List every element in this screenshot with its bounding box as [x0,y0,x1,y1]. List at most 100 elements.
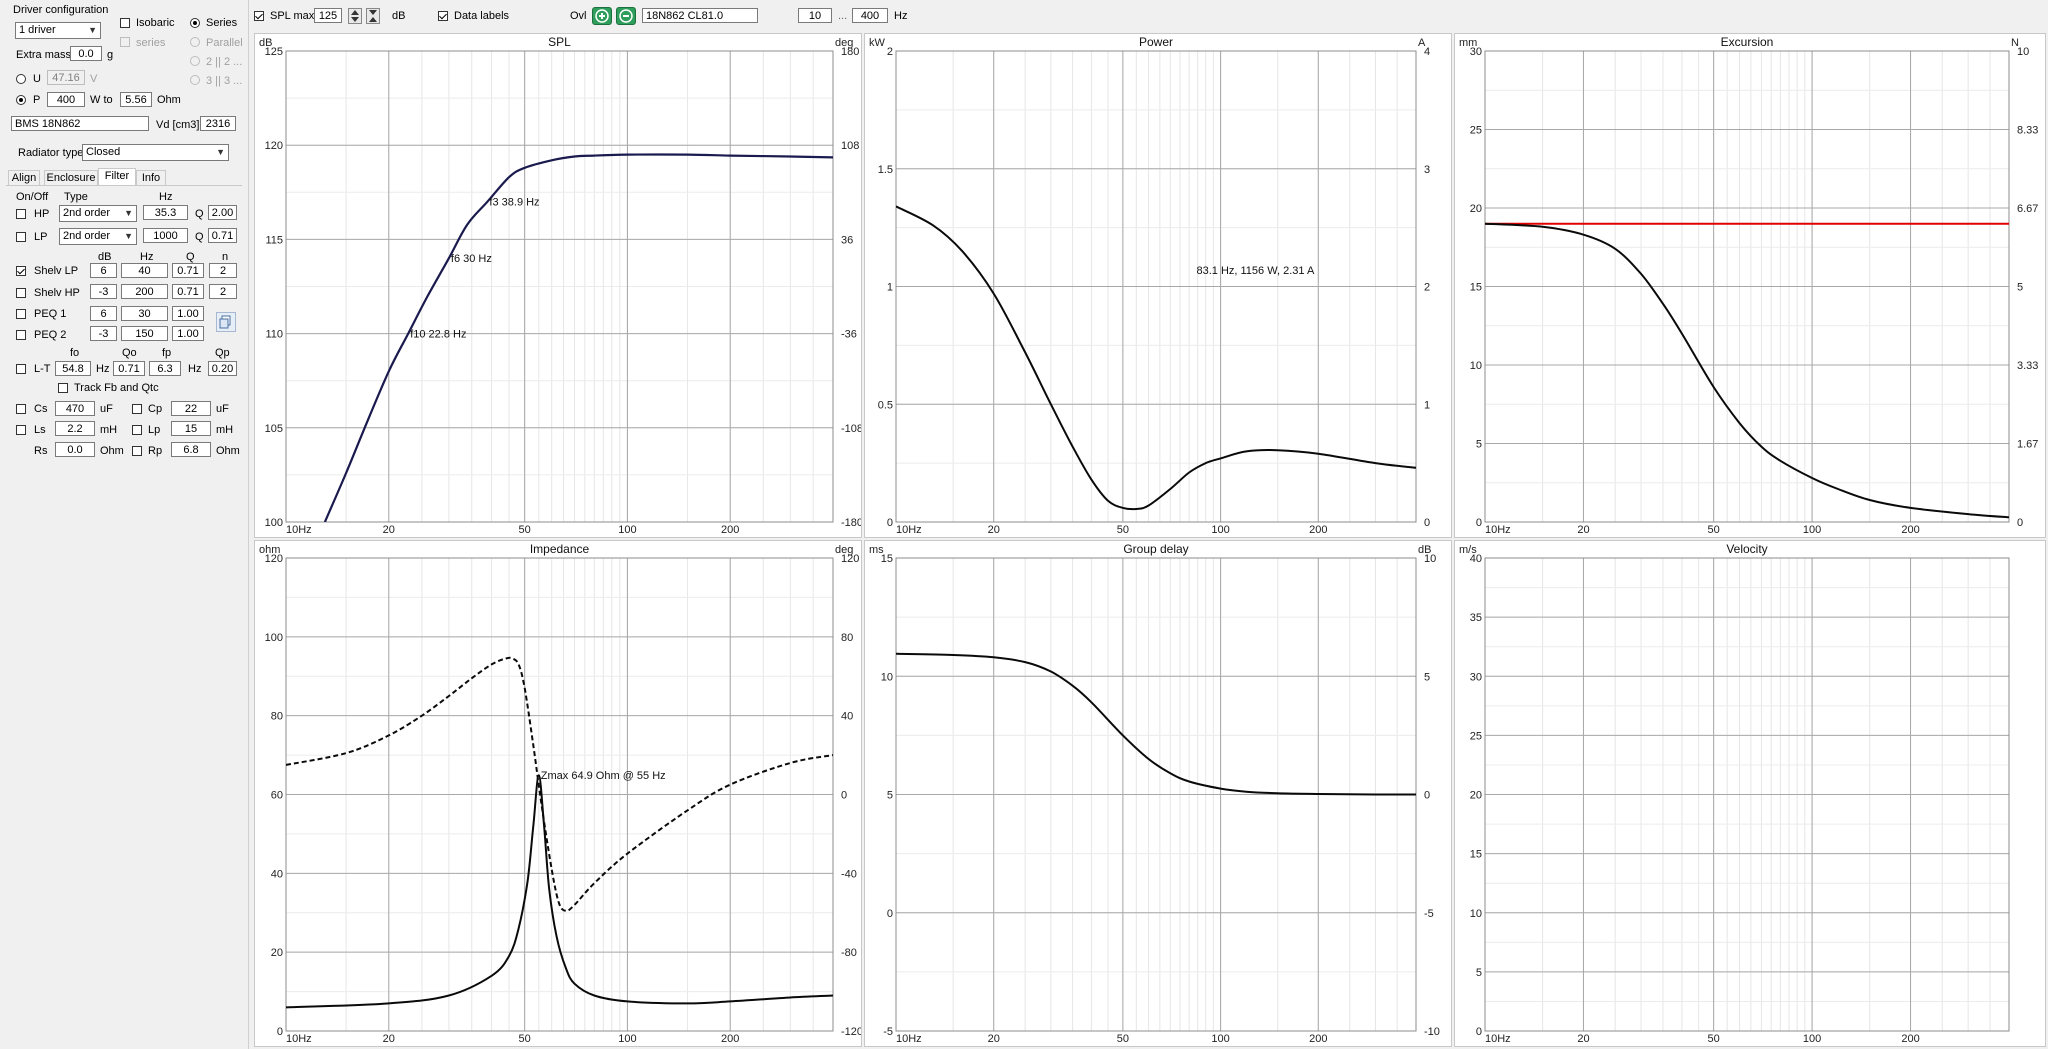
peq1-q-input[interactable]: 1.00 [172,306,204,321]
lt-checkbox[interactable] [16,364,26,374]
shelv-lp-n-input[interactable]: 2 [209,263,237,278]
lp-hz-input[interactable]: 1000 [143,228,188,243]
p-label: P [33,94,41,106]
filter-header-q: Q [186,251,195,263]
copy-button[interactable] [216,312,236,332]
x-tick-label: 100 [1803,524,1821,536]
lp-label: LP [34,231,48,243]
radiator-type-label: Radiator type [18,147,84,159]
y-tick-label: 40 [271,868,283,880]
tab-align[interactable]: Align [8,170,40,186]
remove-overlay-button[interactable] [616,7,636,25]
peq1-db-input[interactable]: 6 [90,306,117,321]
lp-checkbox[interactable] [16,232,26,242]
vd-input[interactable]: 2316 [200,116,236,131]
u-label: U [33,73,41,85]
x-tick-label: 50 [1707,524,1719,536]
p-input[interactable]: 400 [47,92,85,107]
chart-title: Power [1139,35,1173,49]
y2-tick-label: 0 [1424,517,1430,529]
rp-input[interactable]: 6.8 [171,442,211,457]
y-tick-label: 35 [1470,612,1482,624]
shelv-lp-hz-input[interactable]: 40 [121,263,168,278]
option-3x3-radio[interactable] [190,75,200,85]
lt-qp-input[interactable]: 0.20 [208,361,237,376]
tab-filter[interactable]: Filter [98,168,136,186]
isobaric-checkbox[interactable] [120,18,130,28]
add-overlay-button[interactable] [592,7,612,25]
shelv-hp-checkbox[interactable] [16,288,26,298]
shelv-hp-db-input[interactable]: -3 [90,284,117,299]
cs-input[interactable]: 470 [55,401,95,416]
filter-header-onoff: On/Off [16,191,49,203]
radiator-type-select[interactable]: Closed ▼ [82,144,229,161]
cp-input[interactable]: 22 [171,401,211,416]
freq-max-input[interactable]: 400 [852,8,888,23]
freq-range-separator: ... [838,10,848,22]
y-tick-label: 20 [1470,203,1482,215]
lp-type-select[interactable]: 2nd order ▼ [59,228,137,245]
lt-qo-input[interactable]: 0.71 [113,361,145,376]
p-radio[interactable] [16,95,26,105]
lt-fo-input[interactable]: 54.8 [55,361,91,376]
shelv-lp-checkbox[interactable] [16,266,26,276]
spl-max-spinner[interactable] [348,8,362,24]
hp-q-input[interactable]: 2.00 [208,205,237,220]
lt-fo-unit: Hz [96,363,110,375]
x-tick-label: 20 [988,524,1000,536]
tab-divider [6,185,242,186]
ls-checkbox[interactable] [16,425,26,435]
shelv-lp-db-input[interactable]: 6 [90,263,117,278]
extra-mass-input[interactable]: 0.0 [70,46,102,61]
hp-hz-input[interactable]: 35.3 [143,205,188,220]
lp-q-input[interactable]: 0.71 [208,228,237,243]
peq1-checkbox[interactable] [16,309,26,319]
spl-max-checkbox[interactable] [254,11,264,21]
lp2-checkbox[interactable] [132,425,142,435]
driver-count-value: 1 driver [19,24,56,36]
cp-checkbox[interactable] [132,404,142,414]
lp2-label: Lp [148,424,161,436]
track-fb-qtc-checkbox[interactable] [58,383,68,393]
cs-checkbox[interactable] [16,404,26,414]
peq2-checkbox[interactable] [16,330,26,340]
driver-count-select[interactable]: 1 driver ▼ [15,22,101,39]
hp-type-select[interactable]: 2nd order ▼ [59,205,137,222]
toolbar: SPL max 125 dB Data labels Ovl 18N862 CL… [250,0,2048,32]
peq2-hz-input[interactable]: 150 [121,326,168,341]
shelv-hp-hz-input[interactable]: 200 [121,284,168,299]
tab-enclosure[interactable]: Enclosure [44,170,98,186]
y2-tick-label: 8.33 [2017,125,2038,137]
tab-info[interactable]: Info [136,170,166,186]
lt-fp-input[interactable]: 6.3 [149,361,181,376]
series-sub-checkbox[interactable] [120,37,130,47]
ohm-input[interactable]: 5.56 [120,92,152,107]
y-tick-label: 0.5 [878,399,893,411]
series-radio[interactable] [190,18,200,28]
option-2x2-radio[interactable] [190,56,200,66]
x-tick-label: 10Hz [896,524,922,536]
peq1-hz-input[interactable]: 30 [121,306,168,321]
rs-input[interactable]: 0.0 [55,442,95,457]
shelv-lp-q-input[interactable]: 0.71 [172,263,204,278]
hp-checkbox[interactable] [16,209,26,219]
data-label: f6 30 Hz [451,253,492,265]
spl-max-input[interactable]: 125 [314,8,342,23]
peq2-db-input[interactable]: -3 [90,326,117,341]
rp-checkbox[interactable] [132,446,142,456]
shelv-hp-n-input[interactable]: 2 [209,284,237,299]
lp2-input[interactable]: 15 [171,421,211,436]
overlay-name-input[interactable]: 18N862 CL81.0 [642,8,758,23]
chevron-down-icon: ▼ [124,231,133,241]
ls-input[interactable]: 2.2 [55,421,95,436]
driver-model-input[interactable]: BMS 18N862 [11,116,149,131]
parallel-radio[interactable] [190,37,200,47]
u-radio[interactable] [16,74,26,84]
y-tick-label: 100 [265,517,283,529]
peq2-q-input[interactable]: 1.00 [172,326,204,341]
u-input[interactable]: 47.16 [47,70,85,85]
shelv-hp-q-input[interactable]: 0.71 [172,284,204,299]
data-labels-checkbox[interactable] [438,11,448,21]
spl-max-fit-button[interactable] [366,8,380,24]
freq-min-input[interactable]: 10 [798,8,832,23]
